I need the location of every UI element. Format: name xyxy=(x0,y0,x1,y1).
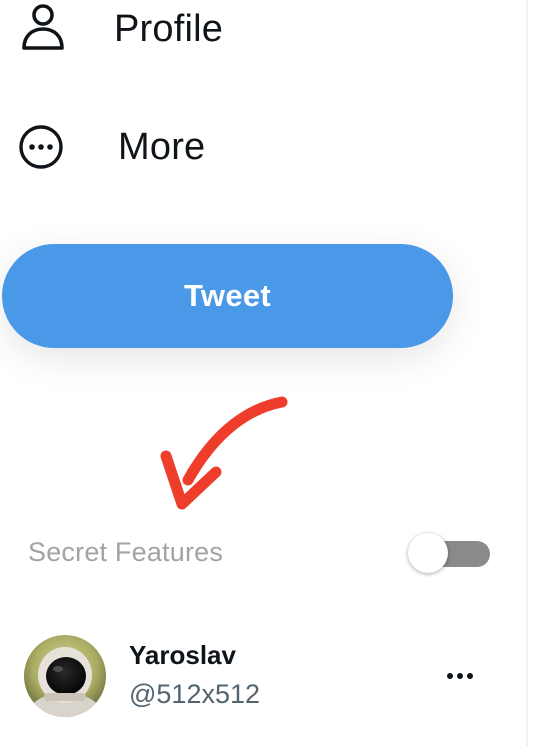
sidebar-item-profile[interactable]: Profile xyxy=(18,0,223,64)
sidebar-item-more[interactable]: More xyxy=(18,112,205,182)
secret-features-toggle[interactable] xyxy=(408,533,490,575)
account-handle: @512x512 xyxy=(129,679,261,709)
more-circle-icon xyxy=(18,122,84,172)
person-icon xyxy=(18,4,84,54)
toggle-knob xyxy=(408,533,448,573)
avatar[interactable] xyxy=(24,635,106,717)
tweet-button-label: Tweet xyxy=(183,278,272,313)
secret-features-label: Secret Features xyxy=(28,537,224,567)
sidebar-item-label: More xyxy=(118,125,206,168)
ellipsis-icon[interactable] xyxy=(440,660,480,692)
account-name: Yaroslav xyxy=(129,640,236,670)
tweet-button[interactable]: Tweet xyxy=(2,244,453,348)
sidebar-divider xyxy=(526,0,528,746)
sidebar-item-label: Profile xyxy=(114,7,224,50)
annotation-arrow-icon xyxy=(160,396,288,510)
sidebar: Profile More Tweet Secret Features Yaros… xyxy=(0,0,536,746)
